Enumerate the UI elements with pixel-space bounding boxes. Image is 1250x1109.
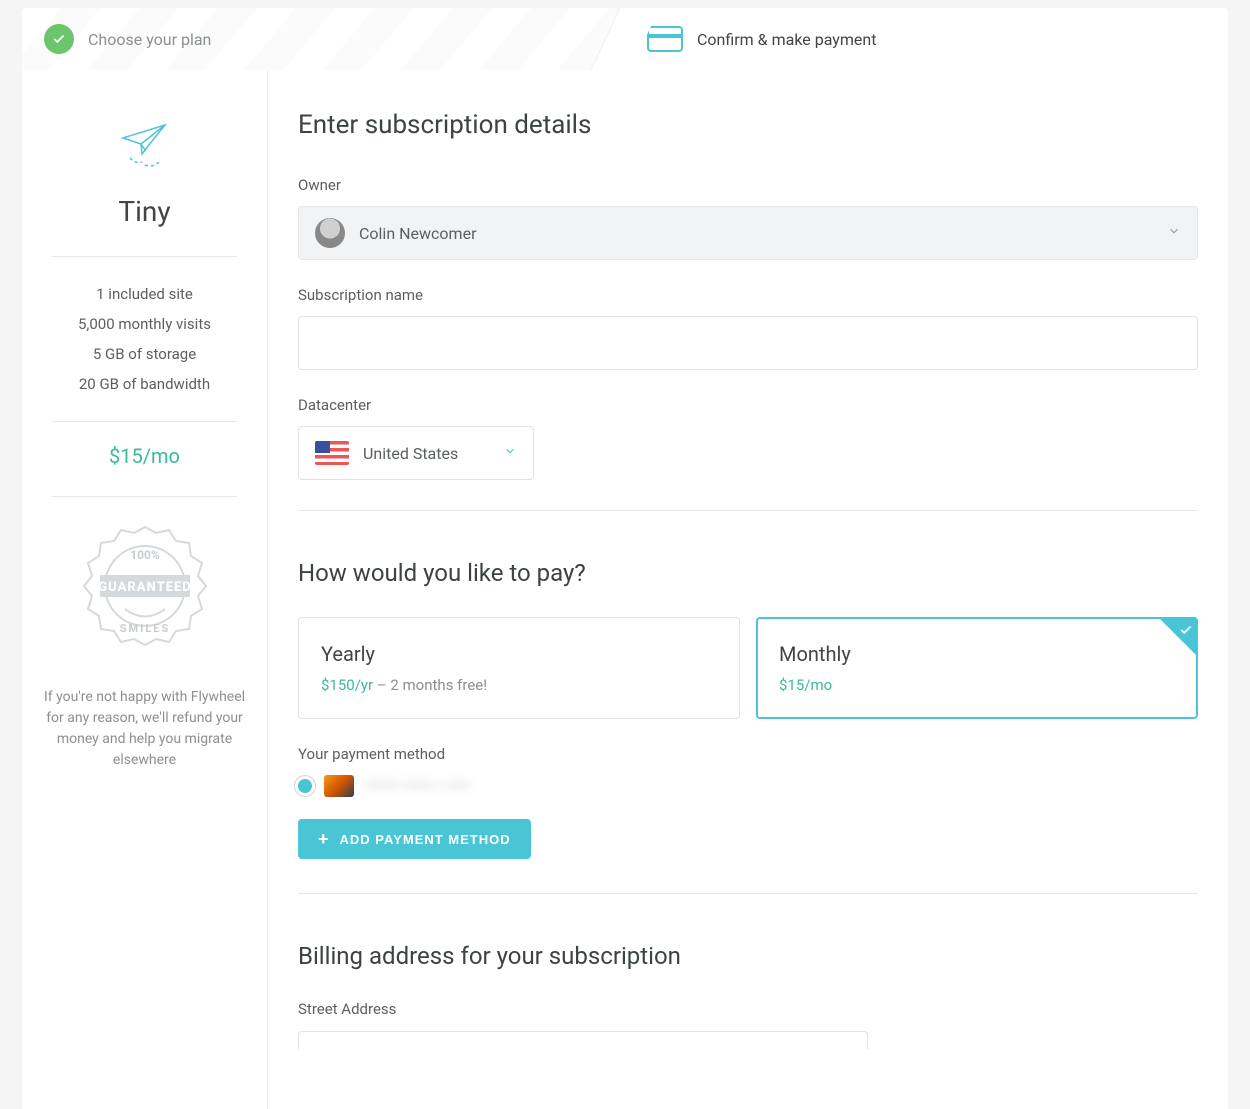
plan-spec: 5 GB of storage (22, 339, 267, 369)
main-content: Enter subscription details Owner Colin N… (268, 70, 1228, 1109)
selected-corner-badge (1160, 619, 1196, 655)
add-payment-method-label: ADD PAYMENT METHOD (340, 832, 511, 847)
owner-select[interactable]: Colin Newcomer (298, 206, 1198, 260)
paper-plane-icon (22, 120, 267, 175)
option-title: Monthly (779, 642, 1175, 666)
credit-card-icon (324, 775, 354, 797)
payment-method-label: Your payment method (298, 745, 1198, 763)
divider (52, 256, 237, 257)
billing-frequency-options: Yearly $150/yr – 2 months free! Monthly … (298, 617, 1198, 719)
owner-field: Owner Colin Newcomer (298, 176, 1198, 260)
option-title: Yearly (321, 642, 717, 666)
divider (298, 893, 1198, 894)
divider (298, 510, 1198, 511)
plus-icon: + (318, 830, 330, 848)
subscription-name-input[interactable] (298, 316, 1198, 370)
option-price: $150/yr (321, 676, 373, 694)
add-payment-method-button[interactable]: + ADD PAYMENT METHOD (298, 819, 531, 859)
step-label: Confirm & make payment (697, 30, 876, 49)
plan-specs-list: 1 included site 5,000 monthly visits 5 G… (22, 279, 267, 399)
plan-summary-sidebar: Tiny 1 included site 5,000 monthly visit… (22, 70, 268, 1109)
billing-heading: Billing address for your subscription (298, 942, 1198, 970)
check-icon (44, 24, 74, 54)
checkout-stepper: Choose your plan Confirm & make payment (22, 8, 1228, 70)
plan-spec: 20 GB of bandwidth (22, 369, 267, 399)
us-flag-icon (315, 441, 349, 465)
guarantee-text: If you're not happy with Flywheel for an… (22, 687, 267, 771)
subscription-name-label: Subscription name (298, 286, 1198, 304)
datacenter-field: Datacenter United States (298, 396, 1198, 480)
svg-text:SMILES: SMILES (119, 622, 170, 635)
datacenter-select[interactable]: United States (298, 426, 534, 480)
billing-option-yearly[interactable]: Yearly $150/yr – 2 months free! (298, 617, 740, 719)
plan-price: $15/mo (22, 444, 267, 468)
credit-card-icon (647, 26, 683, 52)
guarantee-badge-icon: 100% GUARANTEED SMILES (22, 519, 267, 669)
option-note: – 2 months free! (373, 676, 487, 694)
payment-method-section: Your payment method •••••• ••••• • •••• … (298, 745, 1198, 859)
payment-heading: How would you like to pay? (298, 559, 1198, 587)
owner-name: Colin Newcomer (359, 224, 1153, 243)
step-choose-plan[interactable]: Choose your plan (22, 8, 625, 70)
owner-label: Owner (298, 176, 1198, 194)
plan-spec: 1 included site (22, 279, 267, 309)
subscription-name-field: Subscription name (298, 286, 1198, 370)
payment-method-row[interactable]: •••••• ••••• • •••• (298, 775, 1198, 797)
divider (52, 421, 237, 422)
svg-text:GUARANTEED: GUARANTEED (98, 580, 191, 595)
divider (52, 496, 237, 497)
page-title: Enter subscription details (298, 110, 1198, 140)
datacenter-value: United States (363, 444, 489, 463)
radio-selected[interactable] (298, 779, 312, 793)
chevron-down-icon (1167, 224, 1181, 242)
street-address-input[interactable] (298, 1031, 868, 1049)
plan-name: Tiny (22, 195, 267, 228)
street-address-label: Street Address (298, 1000, 1198, 1018)
chevron-down-icon (503, 444, 517, 462)
datacenter-label: Datacenter (298, 396, 1198, 414)
check-icon (1179, 623, 1193, 637)
step-confirm-payment[interactable]: Confirm & make payment (625, 8, 1228, 70)
plan-spec: 5,000 monthly visits (22, 309, 267, 339)
option-price: $15/mo (779, 676, 832, 694)
payment-method-masked: •••••• ••••• • •••• (366, 778, 471, 794)
step-label: Choose your plan (88, 30, 211, 49)
avatar (315, 218, 345, 248)
street-address-field: Street Address (298, 1000, 1198, 1049)
billing-option-monthly[interactable]: Monthly $15/mo (756, 617, 1198, 719)
svg-text:100%: 100% (130, 548, 160, 562)
